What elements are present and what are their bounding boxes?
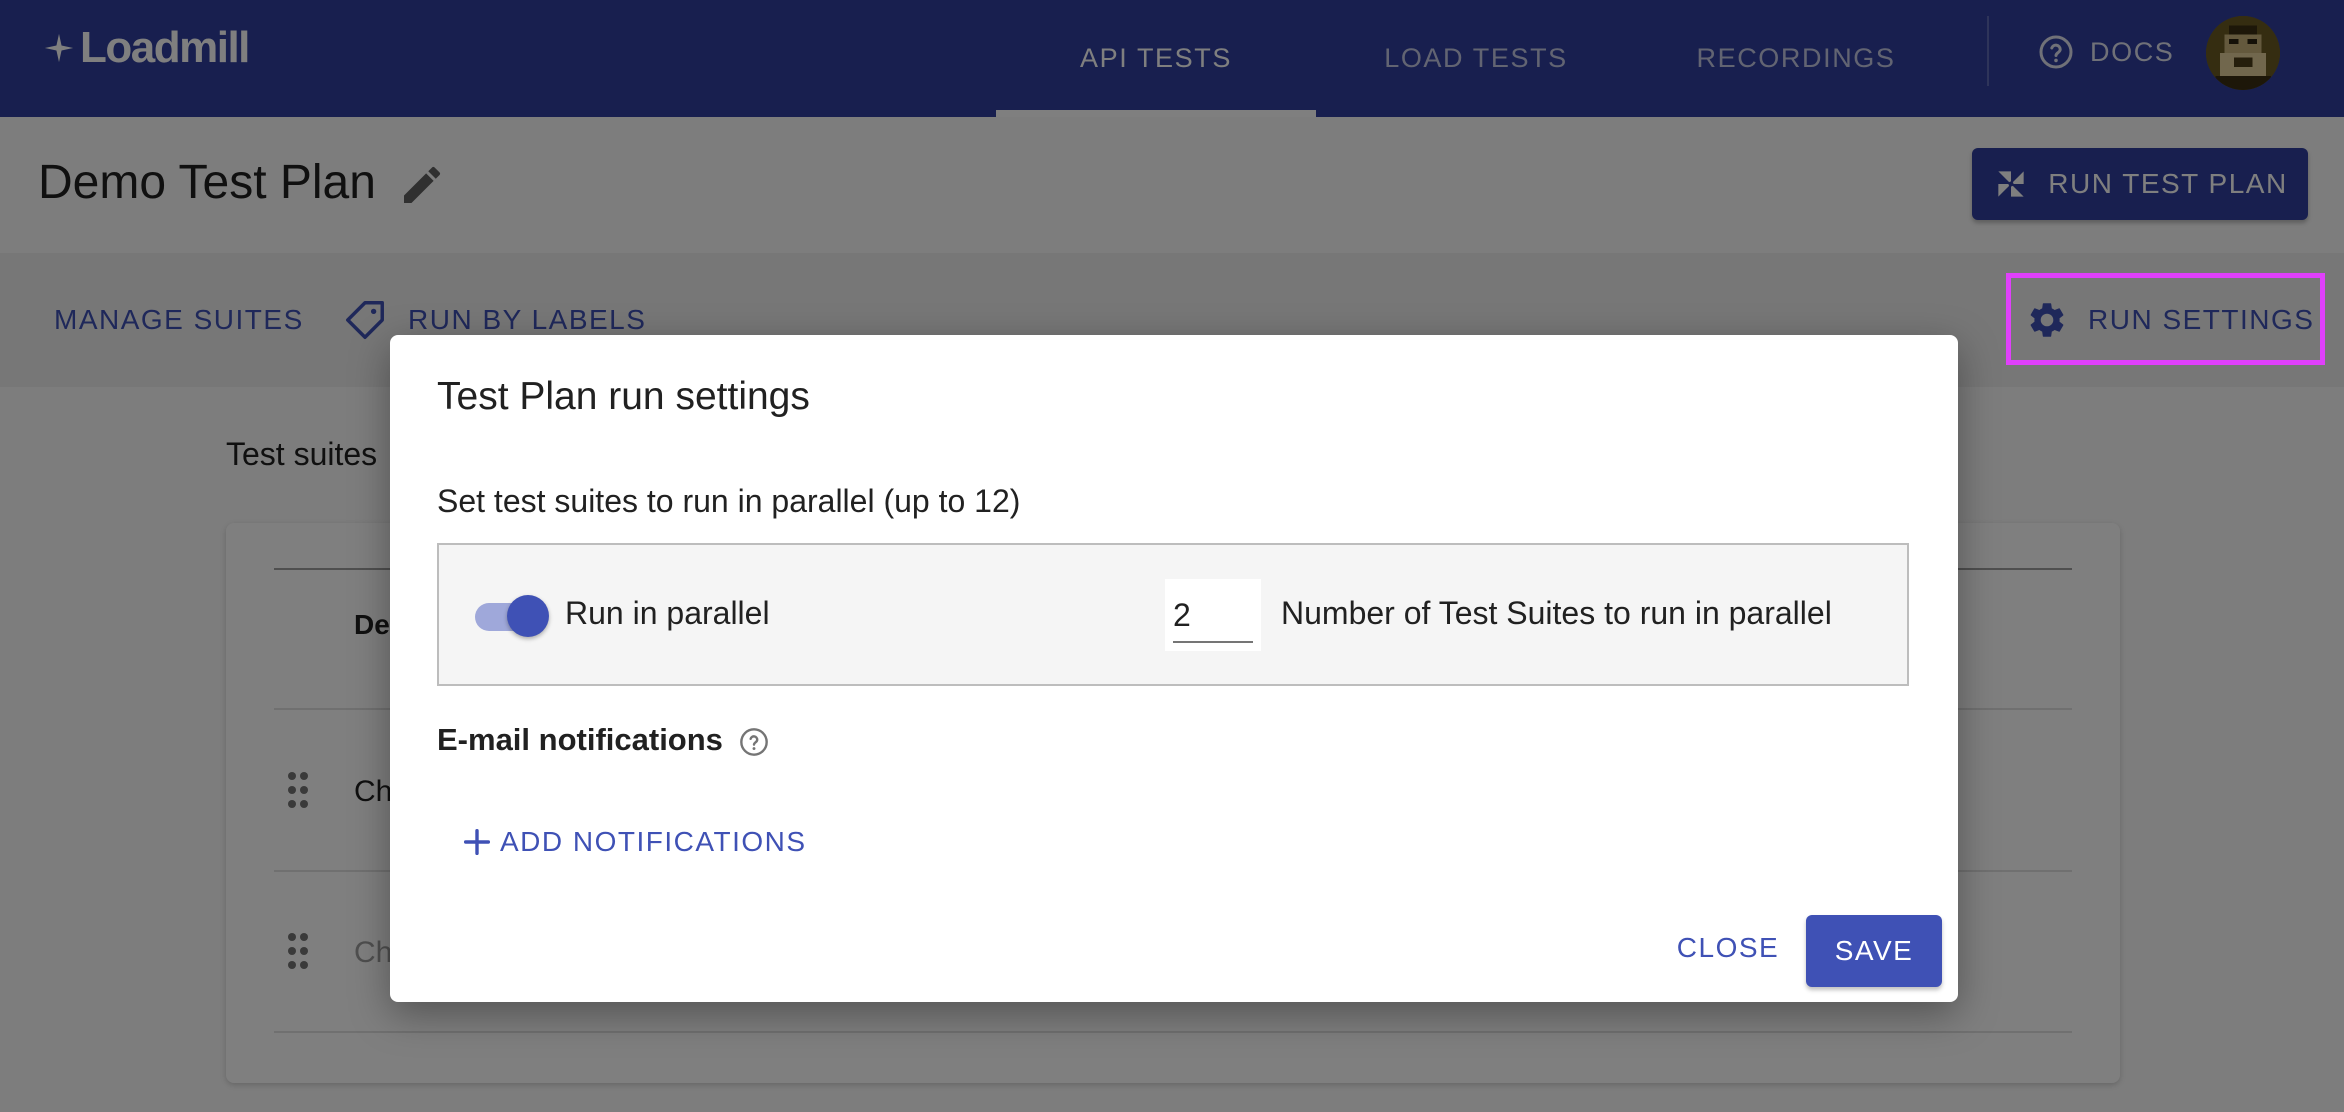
parallel-count-field	[1165, 579, 1261, 651]
run-in-parallel-toggle[interactable]	[475, 595, 549, 637]
save-button-label: SAVE	[1834, 935, 1914, 966]
close-button[interactable]: CLOSE	[1668, 915, 1788, 981]
run-settings-highlight	[2006, 273, 2325, 365]
plus-icon	[463, 828, 491, 856]
add-notifications-button[interactable]: ADD NOTIFICATIONS	[460, 825, 807, 859]
add-notifications-label: ADD NOTIFICATIONS	[500, 826, 807, 857]
email-notifications-title: E-mail notifications	[437, 722, 723, 757]
run-settings-dialog: Test Plan run settings Set test suites t…	[390, 335, 1958, 1002]
parallel-settings-panel: Run in parallel Number of Test Suites to…	[437, 543, 1909, 686]
parallel-count-label: Number of Test Suites to run in parallel	[1281, 595, 1832, 631]
parallel-count-input[interactable]	[1173, 589, 1253, 643]
save-button[interactable]: SAVE	[1806, 915, 1942, 987]
help-icon[interactable]	[738, 726, 770, 758]
dialog-subtitle: Set test suites to run in parallel (up t…	[437, 483, 1021, 519]
dialog-title: Test Plan run settings	[437, 375, 810, 418]
run-in-parallel-label: Run in parallel	[565, 595, 770, 631]
toggle-thumb	[507, 595, 549, 637]
close-button-label: CLOSE	[1676, 932, 1780, 963]
